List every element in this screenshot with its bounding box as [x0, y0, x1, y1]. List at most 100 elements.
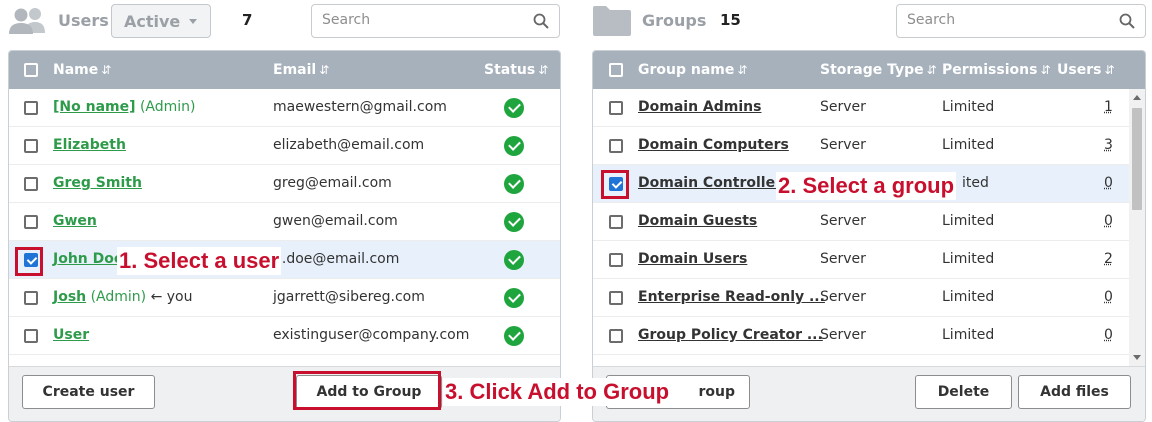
table-row[interactable]: John Doe n.doe@email.com [9, 241, 560, 279]
table-row[interactable]: [No name] (Admin) maewestern@gmail.com [9, 89, 560, 127]
group-permissions: ited [962, 175, 989, 191]
row-checkbox[interactable] [24, 101, 38, 115]
group-name-link[interactable]: Domain Guests [638, 213, 757, 229]
select-all-groups-checkbox[interactable] [609, 63, 623, 77]
group-name-link[interactable]: Domain Computers [638, 137, 789, 153]
user-name-link[interactable]: Greg Smith [53, 175, 142, 191]
users-search[interactable] [311, 4, 560, 38]
user-name-cell: User [53, 327, 89, 343]
group-name-link[interactable]: Group Policy Creator ... [638, 327, 823, 343]
table-row[interactable]: Greg Smith greg@email.com [9, 165, 560, 203]
column-users[interactable]: Users ⇵ [1057, 62, 1115, 78]
group-permissions: Limited [942, 99, 995, 115]
group-user-count[interactable]: 0 [1104, 327, 1113, 343]
highlight-user-checkbox [15, 247, 43, 276]
current-user-marker: ← you [150, 289, 193, 305]
users-title: Users [58, 11, 109, 30]
group-name-link[interactable]: Domain Users [638, 251, 747, 267]
search-icon[interactable] [533, 13, 549, 29]
scroll-down-icon[interactable] [1133, 355, 1141, 360]
group-user-count[interactable]: 0 [1104, 289, 1113, 305]
add-files-button[interactable]: Add files [1018, 375, 1131, 409]
row-checkbox[interactable] [24, 177, 38, 191]
table-row[interactable]: Domain Admins Server Limited 1 [593, 89, 1129, 127]
user-name-cell: Greg Smith [53, 175, 142, 191]
row-checkbox[interactable] [609, 101, 623, 115]
groups-table-header: Group name ⇵ Storage Type ⇵ Permissions ⇵ U… [593, 51, 1145, 89]
group-name-link[interactable]: Enterprise Read-only ... [638, 289, 825, 305]
row-checkbox[interactable] [24, 139, 38, 153]
user-name-cell: Josh (Admin) ← you [53, 289, 193, 305]
table-row[interactable]: Domain Guests Server Limited 0 [593, 203, 1129, 241]
table-row[interactable]: Domain Users Server Limited 2 [593, 241, 1129, 279]
group-user-count[interactable]: 2 [1104, 251, 1113, 267]
row-checkbox[interactable] [24, 291, 38, 305]
group-storage: Server [820, 327, 866, 343]
user-name-link[interactable]: John Doe [53, 251, 123, 267]
folder-icon [593, 6, 631, 36]
row-checkbox[interactable] [24, 329, 38, 343]
scroll-thumb[interactable] [1132, 108, 1142, 210]
group-storage: Server [820, 213, 866, 229]
create-user-button[interactable]: Create user [22, 375, 155, 409]
group-name-link[interactable]: Domain Admins [638, 99, 761, 115]
group-name-link[interactable]: Domain Controllers [638, 175, 790, 191]
groups-title: Groups [642, 11, 707, 30]
group-user-count[interactable]: 3 [1104, 137, 1113, 153]
groups-search-input[interactable] [907, 12, 1107, 28]
column-email[interactable]: Email ⇵ [273, 62, 329, 78]
highlight-add-to-group-button [293, 371, 441, 410]
row-checkbox[interactable] [24, 215, 38, 229]
user-name-link[interactable]: Josh [53, 289, 86, 305]
users-search-input[interactable] [322, 12, 522, 28]
user-name-cell: John Doe [53, 251, 123, 267]
group-user-count[interactable]: 1 [1104, 99, 1113, 115]
group-permissions: Limited [942, 213, 995, 229]
chevron-down-icon [189, 19, 197, 24]
table-row[interactable]: Domain Computers Server Limited 3 [593, 127, 1129, 165]
column-permissions[interactable]: Permissions ⇵ [942, 62, 1051, 78]
group-user-count[interactable]: 0 [1104, 175, 1113, 191]
table-row[interactable]: Group Policy Creator ... Server Limited … [593, 317, 1129, 355]
group-storage: Server [820, 289, 866, 305]
users-icon [9, 8, 45, 34]
group-storage: Server [820, 251, 866, 267]
user-name-cell: Gwen [53, 213, 97, 229]
status-filter-label: Active [124, 12, 181, 31]
user-email: greg@email.com [273, 175, 392, 191]
user-name-link[interactable]: [No name] [53, 99, 136, 115]
user-name-link[interactable]: User [53, 327, 89, 343]
group-user-count[interactable]: 0 [1104, 213, 1113, 229]
groups-scrollbar[interactable] [1129, 89, 1145, 366]
user-email: jgarrett@sibereg.com [273, 289, 425, 305]
annotation-step-3: 3. Click Add to Group [443, 378, 672, 406]
table-row[interactable]: Elizabeth elizabeth@email.com [9, 127, 560, 165]
row-checkbox[interactable] [609, 253, 623, 267]
table-row[interactable]: User existinguser@company.com [9, 317, 560, 355]
table-row[interactable]: Enterprise Read-only ... Server Limited … [593, 279, 1129, 317]
search-icon[interactable] [1119, 13, 1135, 29]
row-checkbox[interactable] [609, 215, 623, 229]
users-panel: Users Active 7 Name⇵ Email⇵ Status⇵ [No … [8, 0, 561, 422]
scroll-up-icon[interactable] [1133, 95, 1141, 100]
user-name-link[interactable]: Gwen [53, 213, 97, 229]
row-checkbox[interactable] [609, 329, 623, 343]
check-circle-icon [504, 288, 524, 308]
groups-search[interactable] [896, 4, 1146, 38]
table-row[interactable]: Josh (Admin) ← you jgarrett@sibereg.com [9, 279, 560, 317]
select-all-users-checkbox[interactable] [24, 63, 38, 77]
column-status[interactable]: Status ⇵ [484, 62, 548, 78]
row-checkbox[interactable] [609, 291, 623, 305]
check-circle-icon [504, 326, 524, 346]
groups-count: 15 [720, 11, 741, 29]
check-circle-icon [504, 136, 524, 156]
users-topbar: Users Active 7 [8, 0, 561, 44]
table-row[interactable]: Gwen gwen@email.com [9, 203, 560, 241]
status-filter-dropdown[interactable]: Active [111, 4, 211, 38]
column-group-name[interactable]: Group name ⇵ [638, 62, 747, 78]
delete-button[interactable]: Delete [915, 375, 1012, 409]
row-checkbox[interactable] [609, 139, 623, 153]
column-name[interactable]: Name ⇵ [53, 62, 111, 78]
user-name-link[interactable]: Elizabeth [53, 137, 126, 153]
column-storage-type[interactable]: Storage Type ⇵ [820, 62, 937, 78]
